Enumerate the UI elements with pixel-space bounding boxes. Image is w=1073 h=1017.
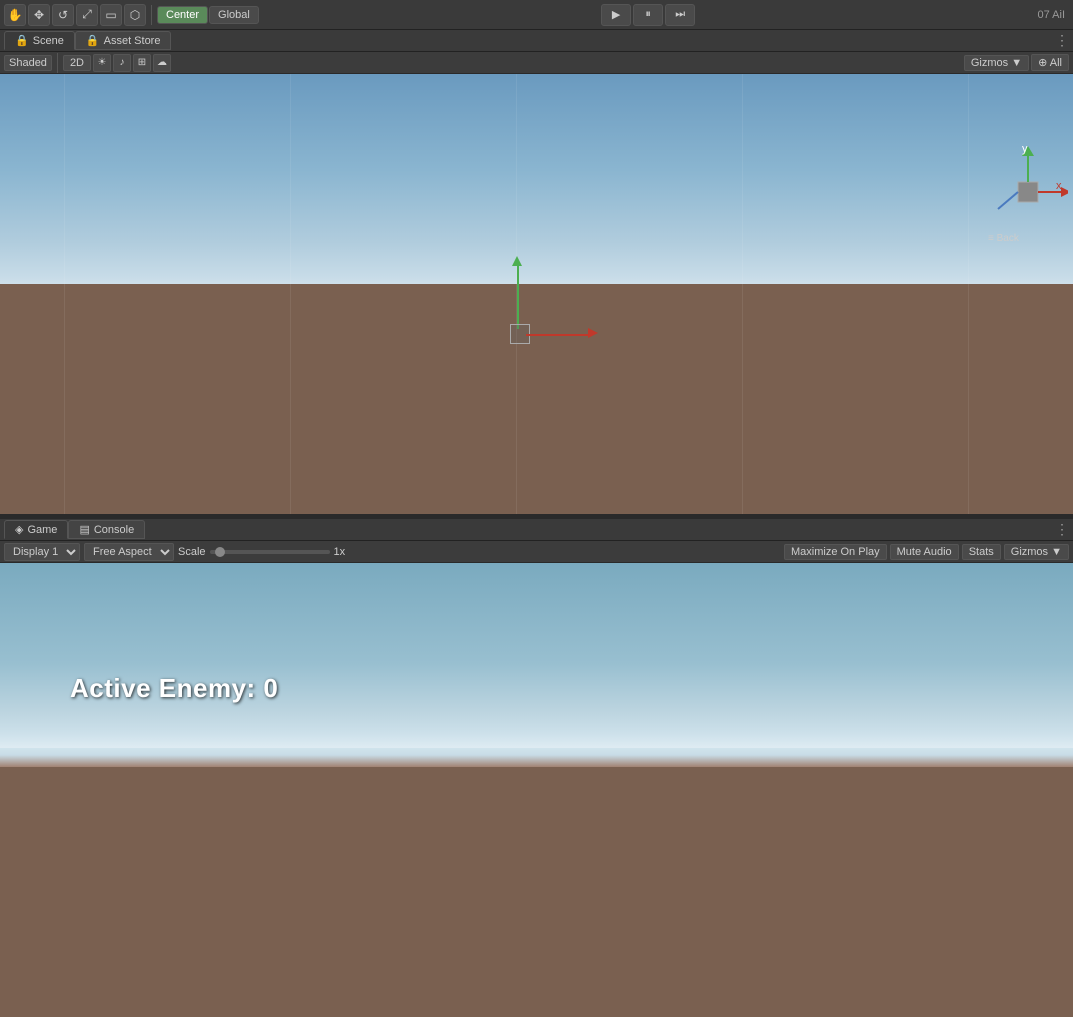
play-controls: ▶ ⏸ ⏭ (601, 4, 695, 26)
y-axis-arrow (517, 264, 519, 329)
grid-line-2 (290, 74, 291, 514)
fog-icon[interactable]: ☁ (153, 54, 171, 72)
gizmos-arrow: ▼ (1011, 57, 1022, 69)
aspect-select[interactable]: Free Aspect (84, 543, 174, 561)
console-tab-icon: ▤ (79, 523, 89, 536)
gizmos-label: Gizmos (971, 57, 1008, 69)
scale-value: 1x (334, 546, 346, 558)
scene-sky (0, 74, 1073, 314)
scale-label: Scale (178, 546, 206, 558)
ori-z-axis (998, 192, 1018, 209)
top-right-info: 07 AiI (1037, 9, 1065, 21)
ori-x-head (1061, 187, 1068, 197)
orientation-gizmo-svg: y x (988, 144, 1068, 244)
2d-toggle[interactable]: 2D (63, 55, 91, 71)
global-toggle[interactable]: Global (209, 6, 259, 24)
top-toolbar: ✋ ✥ ↺ ⤢ ▭ ⬡ Center Global ▶ ⏸ ⏭ 07 AiI (0, 0, 1073, 30)
y-axis-arrowhead (512, 256, 522, 266)
scale-slider[interactable] (210, 550, 330, 554)
mute-btn[interactable]: Mute Audio (890, 544, 959, 560)
move-tool-btn[interactable]: ✥ (28, 4, 50, 26)
pivot-group: Center Global (157, 6, 259, 24)
game-viewport: Active Enemy: 0 (0, 563, 1073, 1017)
asset-store-tab-lock: 🔒 (86, 34, 100, 47)
console-tab[interactable]: ▤ Console (68, 520, 145, 539)
ori-y-label: y (1022, 144, 1028, 155)
game-right-btns: Maximize On Play Mute Audio Stats Gizmos… (784, 544, 1069, 560)
rotate-tool-btn[interactable]: ↺ (52, 4, 74, 26)
pause-button[interactable]: ⏸ (633, 4, 663, 26)
x-axis-arrow (526, 334, 591, 336)
step-button[interactable]: ⏭ (665, 4, 695, 26)
hand-tool-btn[interactable]: ✋ (4, 4, 26, 26)
back-label[interactable]: ≡ Back (988, 233, 1019, 244)
game-gizmos-label: Gizmos (1011, 546, 1048, 558)
grid-line-1 (64, 74, 65, 514)
separator2 (57, 53, 58, 73)
x-axis-arrowhead (588, 328, 598, 338)
scene-tab-menu-btn[interactable]: ⋮ (1055, 32, 1069, 49)
scene-tab-lock: 🔒 (15, 34, 29, 47)
asset-store-tab-label: Asset Store (104, 35, 161, 47)
transform-tool-btn[interactable]: ⬡ (124, 4, 146, 26)
game-sky (0, 563, 1073, 763)
all-btn[interactable]: ⊕ All (1031, 54, 1069, 71)
grid-line-4 (742, 74, 743, 514)
asset-store-tab[interactable]: 🔒 Asset Store (75, 31, 172, 50)
scene-tab[interactable]: 🔒 Scene (4, 31, 75, 50)
game-tab-row: ◈ Game ▤ Console ⋮ (0, 519, 1073, 541)
audio-icon[interactable]: ♪ (113, 54, 131, 72)
play-button[interactable]: ▶ (601, 4, 631, 26)
game-tab-label: Game (27, 524, 57, 536)
rect-tool-btn[interactable]: ▭ (100, 4, 122, 26)
separator1 (151, 5, 152, 25)
skybox-icon[interactable]: ⊞ (133, 54, 151, 72)
orientation-gizmo-container: y x ≡ Back (988, 144, 1068, 244)
scene-viewport: y x ≡ Back (0, 74, 1073, 514)
scene-ground (0, 284, 1073, 514)
center-toggle[interactable]: Center (157, 6, 208, 24)
ori-x-label: x (1056, 180, 1062, 192)
gizmos-btn[interactable]: Gizmos ▼ (964, 55, 1029, 71)
game-gizmos-arrow: ▼ (1051, 546, 1062, 558)
active-enemy-text: Active Enemy: 0 (70, 673, 278, 704)
game-tab-icon: ◈ (15, 523, 23, 536)
console-tab-label: Console (94, 524, 134, 536)
scale-tool-btn[interactable]: ⤢ (76, 4, 98, 26)
maximize-btn[interactable]: Maximize On Play (784, 544, 887, 560)
grid-line-5 (968, 74, 969, 514)
scale-handle (215, 547, 225, 557)
stats-btn[interactable]: Stats (962, 544, 1001, 560)
lighting-icon[interactable]: ☀ (93, 54, 111, 72)
ori-center-box (1018, 182, 1038, 202)
scene-tab-label: Scene (33, 35, 64, 47)
game-ground (0, 767, 1073, 1017)
game-toolbar: Display 1 Free Aspect Scale 1x Maximize … (0, 541, 1073, 563)
game-gizmos-btn[interactable]: Gizmos ▼ (1004, 544, 1069, 560)
shaded-select[interactable]: Shaded (4, 55, 52, 71)
bottom-panels: ◈ Game ▤ Console ⋮ Display 1 Free Aspect… (0, 519, 1073, 1017)
game-tab[interactable]: ◈ Game (4, 520, 68, 539)
tab-row: 🔒 Scene 🔒 Asset Store ⋮ (0, 30, 1073, 52)
display-select[interactable]: Display 1 (4, 543, 80, 561)
game-tab-menu-btn[interactable]: ⋮ (1055, 521, 1069, 538)
scene-toolbar: Shaded 2D ☀ ♪ ⊞ ☁ Gizmos ▼ ⊕ All (0, 52, 1073, 74)
